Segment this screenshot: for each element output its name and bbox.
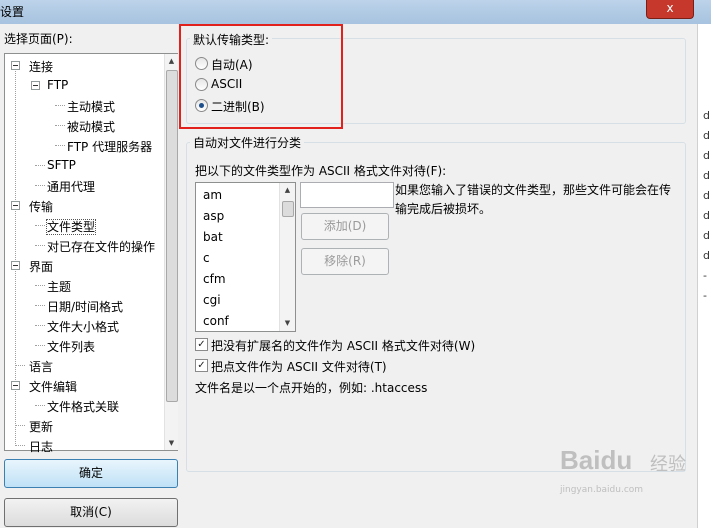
list-item[interactable]: am <box>203 188 222 202</box>
tree-item[interactable]: 文件编辑 <box>29 378 77 395</box>
collapse-icon[interactable] <box>31 81 40 90</box>
list-item[interactable]: asp <box>203 209 224 223</box>
ok-button[interactable]: 确定 <box>4 459 178 488</box>
highlight-box <box>179 24 343 129</box>
tree-item-label: 文件格式关联 <box>47 400 120 414</box>
background-text: - <box>703 269 707 282</box>
tree-item-label: FTP 代理服务器 <box>67 140 153 154</box>
tree-item[interactable]: 更新 <box>29 418 53 435</box>
tree-item-label: 主题 <box>47 280 72 294</box>
checkbox-no-extension-label[interactable]: 把没有扩展名的文件作为 ASCII 格式文件对待(W) <box>211 337 475 354</box>
hint-text: 如果您输入了错误的文件类型，那些文件可能会在传输完成后被损坏。 <box>395 183 672 216</box>
title-bar: 设置 x <box>0 0 711 24</box>
tree-item[interactable]: 界面 <box>29 258 53 275</box>
tree-item-label: SFTP <box>47 158 76 172</box>
collapse-icon[interactable] <box>11 261 20 270</box>
collapse-icon[interactable] <box>11 201 20 210</box>
tree-item-label: 主动模式 <box>67 100 116 114</box>
background-text: d <box>703 109 710 122</box>
checkbox-dot-files-label[interactable]: 把点文件作为 ASCII 文件对待(T) <box>211 358 387 375</box>
tree-item-label: 更新 <box>29 420 54 434</box>
window-title: 设置 <box>0 5 25 19</box>
list-item[interactable]: cgi <box>203 293 221 307</box>
list-scrollbar[interactable]: ▲ ▼ <box>279 183 295 331</box>
background-text: d <box>703 229 710 242</box>
tree-item[interactable]: 文件列表 <box>47 338 95 355</box>
collapse-icon[interactable] <box>11 381 20 390</box>
list-scroll-up-icon[interactable]: ▲ <box>280 183 295 197</box>
settings-page-tree[interactable]: 连接 FTP 主动模式被动模式 FTP 代理服务器 SFTP 通用代理传输文件类型对已存在… <box>4 53 178 454</box>
tree-item[interactable]: 对已存在文件的操作 <box>47 238 155 255</box>
tree-scrollbar[interactable]: ▲ ▼ <box>164 54 178 450</box>
tree-item-label: 被动模式 <box>67 120 116 134</box>
tree-item-label: 文件大小格式 <box>47 320 120 334</box>
ascii-types-label: 把以下的文件类型作为 ASCII 格式文件对待(F): <box>195 164 447 178</box>
tree-item-label: 对已存在文件的操作 <box>47 240 156 254</box>
tree-item-label: 文件列表 <box>47 340 96 354</box>
tree-item-label: 文件类型 <box>45 219 97 235</box>
tree-item[interactable]: FTP 代理服务器 <box>67 138 152 155</box>
close-icon: x <box>666 1 674 15</box>
tree-item-label: 界面 <box>29 260 54 274</box>
tree-item[interactable]: 通用代理 <box>47 178 95 195</box>
tree-item[interactable]: 语言 <box>29 358 53 375</box>
tree-item-label: 语言 <box>29 360 54 374</box>
tree-item-label: 传输 <box>29 200 54 214</box>
extension-input[interactable] <box>300 182 394 208</box>
list-scroll-down-icon[interactable]: ▼ <box>280 316 295 330</box>
tree-item[interactable]: 被动模式 <box>67 118 115 135</box>
list-item[interactable]: conf <box>203 314 229 328</box>
close-button[interactable]: x <box>646 0 694 19</box>
tree-item[interactable]: 主题 <box>47 278 71 295</box>
background-text: d <box>703 149 710 162</box>
tree-item[interactable]: 文件类型 <box>45 218 97 235</box>
checkbox-dot-files[interactable]: ✓ <box>195 359 208 372</box>
list-item[interactable]: c <box>203 251 210 265</box>
tree-item[interactable]: 文件大小格式 <box>47 318 119 335</box>
tree-item-label: 日志 <box>29 440 54 454</box>
tree-label: 选择页面(P): <box>4 32 73 46</box>
tree-item[interactable]: 日期/时间格式 <box>47 298 123 315</box>
tree-item-label: 通用代理 <box>47 180 96 194</box>
baidu-watermark: Baidu 经验 jingyan.baidu.com <box>560 445 686 495</box>
background-text: d <box>703 189 710 202</box>
checkbox-no-extension[interactable]: ✓ <box>195 338 208 351</box>
tree-item[interactable]: 日志 <box>29 438 53 455</box>
tree-item[interactable]: 传输 <box>29 198 53 215</box>
cancel-button[interactable]: 取消(C) <box>4 498 178 527</box>
tree-item[interactable]: 主动模式 <box>67 98 115 115</box>
collapse-icon[interactable] <box>11 61 20 70</box>
background-text: d <box>703 249 710 262</box>
background-text: - <box>703 289 707 302</box>
tree-item[interactable]: FTP <box>47 78 68 92</box>
auto-classify-title: 自动对文件进行分类 <box>190 134 305 151</box>
background-text: d <box>703 209 710 222</box>
add-button[interactable]: 添加(D) <box>301 213 389 240</box>
list-item[interactable]: cfm <box>203 272 226 286</box>
tree-item-label: 日期/时间格式 <box>47 300 124 314</box>
tree-item[interactable]: SFTP <box>47 158 76 172</box>
tree-item[interactable]: 文件格式关联 <box>47 398 119 415</box>
list-item[interactable]: bat <box>203 230 223 244</box>
list-scroll-thumb[interactable] <box>282 201 294 217</box>
tree-scroll-thumb[interactable] <box>166 70 178 402</box>
tree-item[interactable]: 连接 <box>29 58 53 75</box>
scroll-down-arrow-icon[interactable]: ▼ <box>165 436 178 450</box>
remove-button[interactable]: 移除(R) <box>301 248 389 275</box>
background-text: d <box>703 169 710 182</box>
scroll-up-arrow-icon[interactable]: ▲ <box>165 54 178 68</box>
tree-item-label: FTP <box>47 78 69 92</box>
ascii-extension-list[interactable]: am asp bat c cfm cgi conf ▲ ▼ <box>195 182 296 332</box>
dot-files-note: 文件名是以一个点开始的，例如: .htaccess <box>195 381 428 395</box>
background-text: d <box>703 129 710 142</box>
tree-item-label: 文件编辑 <box>29 380 78 394</box>
tree-item-label: 连接 <box>29 60 54 74</box>
